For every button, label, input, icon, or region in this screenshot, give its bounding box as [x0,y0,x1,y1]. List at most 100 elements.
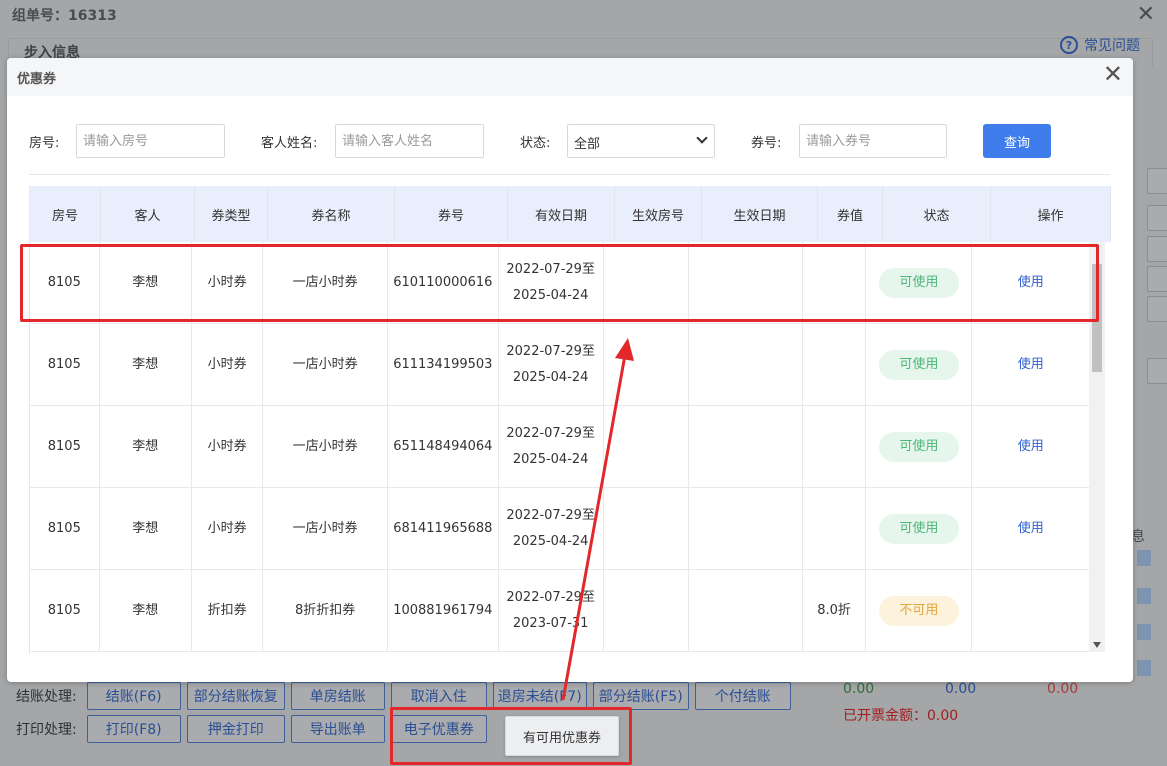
room-input[interactable] [76,124,225,158]
side-control[interactable] [1147,236,1167,262]
chevron-down-icon [696,132,708,144]
eff-date-cell [689,570,803,651]
table-row: 8105 李想 小时券 一店小时券 610110000616 2022-07-29至 202… [30,242,1091,324]
eff-date-cell [689,488,803,569]
use-coupon-link[interactable]: 使用 [1018,516,1044,542]
room-cell: 8105 [30,570,100,651]
coupon-dialog: 优惠券 ✕ 房号: 客人姓名: 状态: 全部 券号: 查询 房号客人券类型券名称… [7,58,1133,682]
column-header: 生效房号 [615,186,702,242]
status-cell: 可使用 [866,324,973,405]
close-icon[interactable]: ✕ [1103,62,1123,86]
eff-date-cell [689,324,803,405]
cancel-checkin-button[interactable]: 取消入住 [390,682,487,710]
partial-checkout-restore-button[interactable]: 部分结账恢复 [186,682,285,710]
value-cell [803,488,867,569]
export-bill-button[interactable]: 导出账单 [290,715,385,743]
value-cell [803,242,867,323]
guest-cell: 李想 [100,406,192,487]
side-control[interactable] [1147,296,1167,322]
type-cell: 小时券 [192,242,264,323]
type-cell: 小时券 [192,488,264,569]
status-cell: 可使用 [866,488,973,569]
column-header: 状态 [883,186,991,242]
status-cell: 不可用 [866,570,973,651]
column-header: 生效日期 [702,186,818,242]
print-button[interactable]: 打印(F8) [86,715,181,743]
use-coupon-link[interactable]: 使用 [1018,352,1044,378]
code-cell: 611134199503 [388,324,499,405]
type-cell: 折扣券 [192,570,264,651]
code-cell: 681411965688 [388,488,499,569]
checkout-row: 结账处理: 结账(F6) 部分结账恢复 单房结账 取消入住 退房未结(F7) 部… [16,682,791,710]
scroll-down-icon[interactable] [1093,642,1101,648]
action-cell: 使用 [972,324,1091,405]
close-icon[interactable]: ✕ [1137,2,1155,27]
side-strip [1137,624,1151,640]
deposit-print-button[interactable]: 押金打印 [186,715,285,743]
guest-name-label: 客人姓名: [261,136,318,151]
e-coupon-button[interactable]: 电子优惠券 [390,715,487,743]
table-body: 8105 李想 小时券 一店小时券 610110000616 2022-07-29至 202… [30,242,1091,652]
valid-date-cell: 2022-07-29至 2025-04-24 [499,324,604,405]
table-scrollbar[interactable] [1089,242,1105,652]
guest-cell: 李想 [100,324,192,405]
coupon-no-label: 券号: [751,136,782,151]
use-coupon-link[interactable]: 使用 [1018,434,1044,460]
print-label: 打印处理: [16,722,77,738]
scroll-thumb[interactable] [1092,264,1102,372]
column-header: 券名称 [268,186,395,242]
valid-from: 2022-07-29至 [506,507,595,523]
single-room-checkout-button[interactable]: 单房结账 [290,682,385,710]
room-cell: 8105 [30,406,100,487]
side-control[interactable] [1147,266,1167,292]
status-badge: 不可用 [878,595,959,626]
coupon-table: 房号 客人 券类型 券名称 券号 有效日期 生效房号 生效日期 券值 状态 操作 8105 李想 小时券… [29,186,1111,654]
amount-red: 0.00 [1047,681,1079,697]
individual-checkout-button[interactable]: 个付结账 [694,682,791,710]
column-header: 券号 [395,186,508,242]
dialog-header: 优惠券 ✕ [7,58,1133,96]
query-button[interactable]: 查询 [983,124,1051,158]
valid-from: 2022-07-29至 [506,343,595,359]
status-select-value: 全部 [574,137,601,152]
side-control[interactable] [1147,168,1167,194]
column-header: 有效日期 [508,186,615,242]
type-cell: 小时券 [192,324,264,405]
checkout-unsettled-button[interactable]: 退房未结(F7) [492,682,587,710]
checkout-button[interactable]: 结账(F6) [86,682,181,710]
room-cell: 8105 [30,242,100,323]
eff-room-cell [604,488,689,569]
status-select[interactable]: 全部 [567,124,715,158]
valid-date-cell: 2022-07-29至 2025-04-24 [499,242,604,323]
valid-from: 2022-07-29至 [506,425,595,441]
guest-cell: 李想 [100,242,192,323]
dialog-title: 优惠券 [17,72,57,87]
faq-link[interactable]: ? 常见问题 [1060,35,1140,55]
partial-checkout-button[interactable]: 部分结账(F5) [592,682,689,710]
name-cell: 一店小时券 [263,242,388,323]
side-strip [1137,588,1151,604]
eff-date-cell [689,406,803,487]
valid-to: 2023-07-31 [512,615,589,631]
coupon-no-input[interactable] [799,124,947,158]
code-cell: 100881961794 [388,570,499,651]
action-cell: 使用 [972,406,1091,487]
guest-cell: 李想 [100,488,192,569]
column-header: 操作 [991,186,1111,242]
table-row: 8105 李想 小时券 一店小时券 681411965688 2022-07-29至 202… [30,488,1091,570]
side-control[interactable] [1147,205,1167,231]
guest-name-input[interactable] [335,124,484,158]
value-cell [803,406,867,487]
valid-to: 2025-04-24 [512,451,589,467]
guest-cell: 李想 [100,570,192,651]
use-coupon-link[interactable]: 使用 [1018,270,1044,296]
divider [29,174,1110,175]
column-header: 房号 [30,186,101,242]
status-cell: 可使用 [866,242,973,323]
side-control[interactable] [1147,358,1167,384]
action-cell: 使用 [972,242,1091,323]
invoiced-amount: 已开票金额：0.00 [843,708,959,724]
eff-room-cell [604,570,689,651]
valid-date-cell: 2022-07-29至 2023-07-31 [499,570,604,651]
room-label: 房号: [29,136,60,151]
